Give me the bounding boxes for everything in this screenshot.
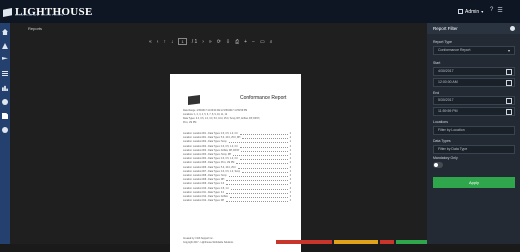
- start-date-field[interactable]: 4/30/2017: [433, 67, 515, 76]
- report-footer: Created by: LWS Support Inc.: [183, 238, 214, 240]
- reports-icon[interactable]: [2, 113, 8, 119]
- user-label: Admin: [465, 8, 480, 15]
- chevron-down-icon: ▾: [507, 48, 510, 53]
- report-toc: Location: Location #01 - Data Types: 0.3…: [183, 132, 291, 203]
- data-types-filter-input[interactable]: Filter by Data Type: [433, 145, 515, 154]
- previous-page-icon[interactable]: ‹: [157, 39, 159, 45]
- report-title: Conformance Report: [240, 95, 287, 101]
- lighthouse-logo-icon: [3, 8, 12, 17]
- panel-title: Report Filter: [433, 26, 458, 31]
- end-time-field[interactable]: 11:59:59 PM: [433, 107, 515, 116]
- status-bar-warning[interactable]: [334, 240, 378, 244]
- status-bar-alarm-secondary[interactable]: [380, 240, 394, 244]
- user-menu-button[interactable]: Admin ▾: [458, 7, 483, 16]
- brand-subtitle: WORLDWIDE SOLUTIONS: [15, 13, 64, 17]
- report-page: Conformance Report Date Range: 4/30/2017…: [170, 74, 301, 252]
- status-bar-ok[interactable]: [396, 240, 427, 244]
- zoom-out-icon[interactable]: −: [252, 39, 255, 45]
- page-number-input[interactable]: 1: [178, 38, 187, 45]
- zoom-in-icon[interactable]: +: [244, 39, 247, 45]
- report-meta: Date Range: 4/30/2017 12:00:00 AM to 5/3…: [183, 110, 248, 112]
- toc-row[interactable]: Location: Location #12 - Data Types: DP 3: [183, 199, 291, 203]
- report-meta: Prcs, Vld PM: [183, 122, 197, 124]
- mandatory-only-label: Mandatory Only: [433, 156, 458, 160]
- locations-label: Locations: [433, 120, 448, 124]
- report-viewer: Reports « ‹ ↑ ↓ 1 / 1 › » ⟳ ⇩ ⎙ + − ▭ ⌕ …: [10, 23, 427, 252]
- user-icon: [458, 9, 463, 14]
- mandatory-only-toggle[interactable]: [433, 162, 443, 168]
- rotate-icon[interactable]: ⟳: [217, 39, 221, 45]
- page-total: / 1: [191, 38, 198, 45]
- down-arrow-icon[interactable]: ↓: [171, 39, 174, 45]
- home-icon[interactable]: [2, 29, 8, 35]
- alarm-icon[interactable]: [2, 43, 8, 49]
- clock-icon[interactable]: [506, 109, 512, 115]
- search-icon[interactable]: ⌕: [270, 39, 273, 45]
- report-type-select[interactable]: Conformance Report ▾: [433, 46, 515, 55]
- up-arrow-icon[interactable]: ↑: [163, 39, 166, 45]
- help-icon[interactable]: ?: [490, 7, 493, 14]
- calendar-icon[interactable]: [506, 98, 512, 104]
- start-time-field[interactable]: 12:00:00 AM: [433, 78, 515, 87]
- report-meta: Locations: 1, 2, 3, 4, 5, 6, 7, 8, 9, 10…: [183, 114, 228, 116]
- next-page-icon[interactable]: ›: [202, 39, 204, 45]
- panel-settings-icon[interactable]: [510, 26, 515, 31]
- fit-page-icon[interactable]: ▭: [260, 39, 265, 45]
- report-filter-panel: Report Filter Report Type Conformance Re…: [427, 23, 520, 244]
- panel-header: Report Filter: [427, 23, 520, 34]
- info-icon[interactable]: [2, 127, 8, 133]
- calendar-icon[interactable]: [506, 69, 512, 75]
- report-meta: Data Types: 0.3, 0.5, 1.0, 3.0, 5.0, 10.…: [183, 118, 261, 120]
- list-icon[interactable]: [2, 71, 8, 77]
- chart-icon[interactable]: [2, 85, 8, 91]
- first-page-icon[interactable]: «: [149, 39, 152, 45]
- clock-icon[interactable]: [506, 80, 512, 86]
- data-types-label: Data Types: [433, 139, 451, 143]
- page-title: Reports: [28, 26, 43, 31]
- download-icon[interactable]: ⇩: [226, 39, 230, 45]
- pdf-toolbar: « ‹ ↑ ↓ 1 / 1 › » ⟳ ⇩ ⎙ + − ▭ ⌕: [149, 38, 273, 45]
- start-label: Start: [433, 61, 441, 65]
- chevron-down-icon: ▾: [481, 9, 484, 14]
- print-icon[interactable]: ⎙: [235, 39, 239, 45]
- end-date-field[interactable]: 5/30/2017: [433, 96, 515, 105]
- report-type-label: Report Type: [433, 40, 453, 44]
- top-bar: LIGHTHOUSE WORLDWIDE SOLUTIONS Admin ▾ ?…: [0, 0, 520, 23]
- menu-icon[interactable]: ☰: [497, 7, 502, 14]
- last-page-icon[interactable]: »: [209, 39, 212, 45]
- locations-filter-input[interactable]: Filter by Location: [433, 126, 515, 135]
- status-bar-alarm[interactable]: [276, 240, 332, 244]
- lighthouse-logo-icon: [188, 95, 200, 105]
- toggle-knob: [434, 163, 438, 167]
- flag-icon[interactable]: [2, 57, 8, 60]
- apply-button[interactable]: Apply: [433, 177, 515, 188]
- left-sidebar: [0, 23, 10, 244]
- settings-icon[interactable]: [2, 99, 8, 105]
- end-label: End: [433, 91, 440, 95]
